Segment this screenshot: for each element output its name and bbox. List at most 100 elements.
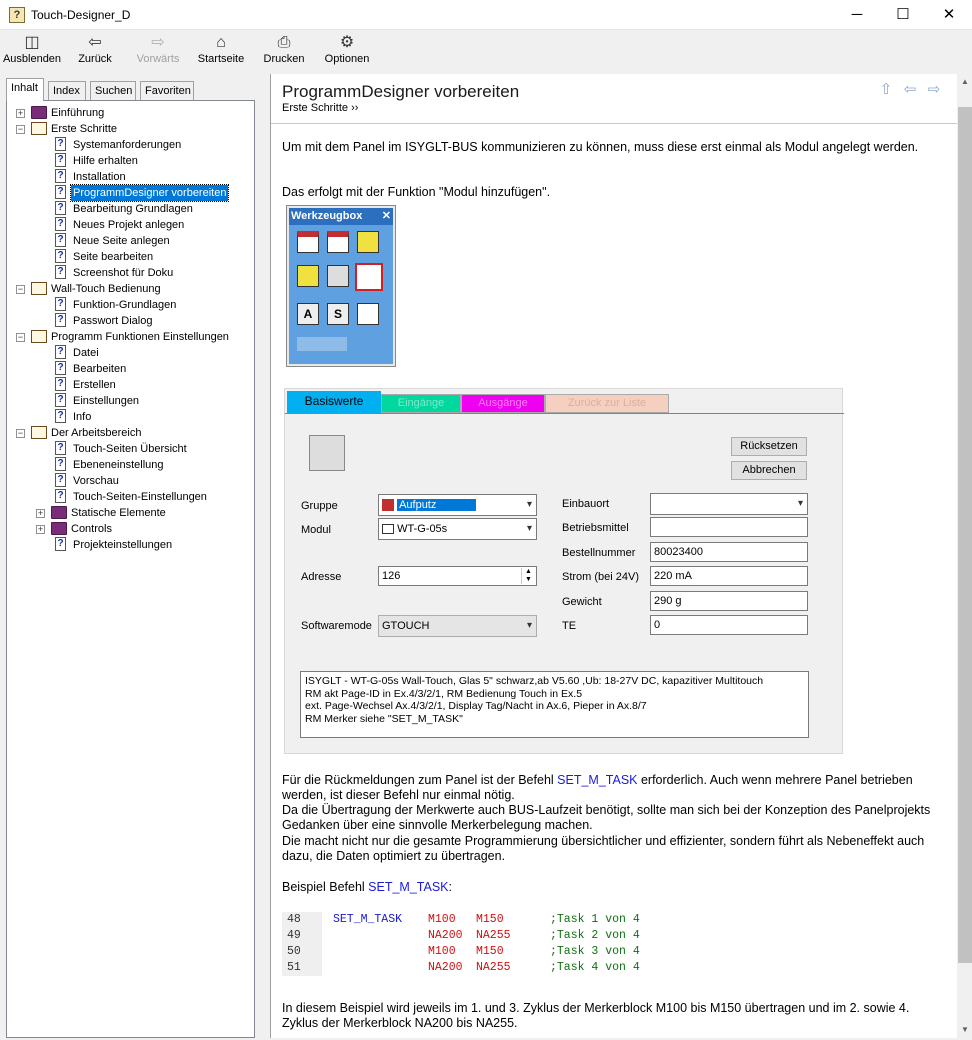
te-label: TE: [562, 620, 577, 632]
tree-item[interactable]: − Erste Schritte: [7, 121, 252, 137]
back-button[interactable]: ⇦ Zurück: [72, 33, 118, 71]
grid-tool-icon: [327, 265, 349, 287]
tree-item[interactable]: ? Passwort Dialog: [7, 313, 252, 329]
help-page-icon: ?: [55, 249, 66, 263]
help-page-icon: ?: [55, 361, 66, 375]
softwaremode-label: Softwaremode: [301, 620, 372, 632]
help-page-icon: ?: [55, 265, 66, 279]
help-page-icon: ?: [55, 169, 66, 183]
expand-icon[interactable]: +: [36, 525, 45, 534]
maximize-button[interactable]: ☐: [880, 0, 926, 30]
tree-item[interactable]: ? Projekteinstellungen: [7, 537, 252, 553]
gewicht-label: Gewicht: [562, 596, 602, 608]
minimize-button[interactable]: ─: [834, 0, 880, 30]
tree-item-label: Neue Seite anlegen: [73, 235, 170, 247]
help-page-icon: ?: [55, 393, 66, 407]
tree-item[interactable]: ? Touch-Seiten Übersicht: [7, 441, 252, 457]
expand-icon[interactable]: +: [16, 109, 25, 118]
close-button[interactable]: ✕: [926, 0, 972, 30]
tree-item-label: Neues Projekt anlegen: [73, 219, 185, 231]
collapse-icon[interactable]: −: [16, 429, 25, 438]
print-button[interactable]: ⎙ Drucken: [260, 33, 308, 71]
code-line: M100 M150 ;Task 3 von 4: [428, 945, 640, 958]
tab-contents[interactable]: Inhalt: [6, 78, 44, 101]
tree-item[interactable]: ? Einstellungen: [7, 393, 252, 409]
scroll-up-icon[interactable]: ▲: [957, 74, 972, 90]
gruppe-label: Gruppe: [301, 500, 338, 512]
tree-item-label: Passwort Dialog: [73, 315, 153, 327]
tree-item[interactable]: ? Screenshot für Doku: [7, 265, 252, 281]
tree-item[interactable]: ? Hilfe erhalten: [7, 153, 252, 169]
tree-item[interactable]: ? Funktion-Grundlagen: [7, 297, 252, 313]
toolbar: ◫ Ausblenden ⇦ Zurück ⇨ Vorwärts ⌂ Startseit…: [0, 30, 972, 72]
tree-item[interactable]: ? Bearbeiten: [7, 361, 252, 377]
tree-item[interactable]: ? ProgrammDesigner vorbereiten: [7, 184, 252, 202]
expand-icon[interactable]: +: [36, 509, 45, 518]
set-m-task-example-link[interactable]: SET_M_TASK: [368, 880, 448, 894]
collapse-icon[interactable]: −: [16, 285, 25, 294]
tree-item-label: Datei: [73, 347, 99, 359]
help-page-icon: ?: [55, 217, 66, 231]
next-page-icon[interactable]: ⇨: [926, 82, 942, 98]
tree-item[interactable]: ? Neue Seite anlegen: [7, 233, 252, 249]
tree-item[interactable]: ? Seite bearbeiten: [7, 249, 252, 265]
description-memo: ISYGLT - WT-G-05s Wall-Touch, Glas 5" sc…: [300, 671, 809, 738]
set-m-task-link[interactable]: SET_M_TASK: [557, 773, 637, 787]
options-button[interactable]: ⚙ Optionen: [322, 33, 372, 71]
feedback-paragraph: Für die Rückmeldungen zum Panel ist der …: [282, 773, 913, 802]
tree-item[interactable]: ? Vorschau: [7, 473, 252, 489]
home-icon: ⌂: [216, 34, 226, 51]
tree-item[interactable]: + Einführung: [7, 105, 252, 121]
breadcrumb[interactable]: Erste Schritte ››: [282, 102, 358, 114]
tree-item-label: Touch-Seiten-Einstellungen: [73, 491, 207, 503]
tab-divider: [285, 413, 844, 414]
help-page-icon: ?: [55, 201, 66, 215]
tree-item[interactable]: − Wall-Touch Bedienung: [7, 281, 252, 297]
tree-item[interactable]: ? Erstellen: [7, 377, 252, 393]
hide-button[interactable]: ◫ Ausblenden: [2, 33, 62, 71]
tree-item[interactable]: ? Installation: [7, 169, 252, 185]
scroll-thumb[interactable]: [958, 107, 972, 963]
code-line: SET_M_TASK M100 M150 ;Task 1 von 4: [333, 913, 640, 926]
tab-favorites[interactable]: Favoriten: [140, 81, 194, 101]
line-number: 51: [282, 960, 322, 976]
strom-input: 220 mA: [650, 566, 808, 586]
bestellnummer-input: 80023400: [650, 542, 808, 562]
collapse-icon[interactable]: −: [16, 125, 25, 134]
softwaremode-select: GTOUCH ▾: [378, 615, 537, 637]
tree-item[interactable]: − Programm Funktionen Einstellungen: [7, 329, 252, 345]
tree-item[interactable]: ? Systemanforderungen: [7, 137, 252, 153]
forward-button[interactable]: ⇨ Vorwärts: [132, 33, 184, 71]
tree-item-label: Ebeneneinstellung: [73, 459, 164, 471]
tree-item[interactable]: − Der Arbeitsbereich: [7, 425, 252, 441]
tree-item[interactable]: ? Info: [7, 409, 252, 425]
tree-item[interactable]: + Statische Elemente: [7, 505, 252, 521]
tab-ausgaenge: Ausgänge: [461, 394, 545, 413]
einbauort-label: Einbauort: [562, 498, 610, 510]
tab-index[interactable]: Index: [48, 81, 86, 101]
werkzeugbox-image: Werkzeugbox ✕ A S: [286, 205, 396, 367]
line-number: 50: [282, 944, 322, 960]
intro-paragraph: Um mit dem Panel im ISYGLT-BUS kommunizi…: [282, 140, 919, 154]
add-module-icon: [355, 263, 383, 291]
tree-item[interactable]: ? Touch-Seiten-Einstellungen: [7, 489, 252, 505]
example-explanation: In diesem Beispiel wird jeweils im 1. un…: [282, 1001, 910, 1030]
previous-page-icon[interactable]: ⇦: [902, 82, 918, 98]
up-arrow-icon[interactable]: ⇧: [878, 82, 894, 98]
tree-item[interactable]: + Controls: [7, 521, 252, 537]
adresse-label: Adresse: [301, 571, 342, 583]
scroll-down-icon[interactable]: ▼: [957, 1022, 972, 1038]
tree-item[interactable]: ? Ebeneneinstellung: [7, 457, 252, 473]
tree-item-label: Seite bearbeiten: [73, 251, 154, 263]
betriebsmittel-label: Betriebsmittel: [562, 522, 629, 534]
tree-item[interactable]: ? Neues Projekt anlegen: [7, 217, 252, 233]
home-button[interactable]: ⌂ Startseite: [196, 33, 246, 71]
chart-tool-icon: [357, 303, 379, 325]
collapse-icon[interactable]: −: [16, 333, 25, 342]
tab-search[interactable]: Suchen: [90, 81, 136, 101]
open-book-icon: [31, 330, 47, 343]
tree-item[interactable]: ? Bearbeitung Grundlagen: [7, 201, 252, 217]
tree-item[interactable]: ? Datei: [7, 345, 252, 361]
tab-zurueck: Zurück zur Liste: [545, 394, 669, 413]
navigation-pane: Inhalt Index Suchen Favoriten + Einführun…: [2, 74, 267, 1038]
